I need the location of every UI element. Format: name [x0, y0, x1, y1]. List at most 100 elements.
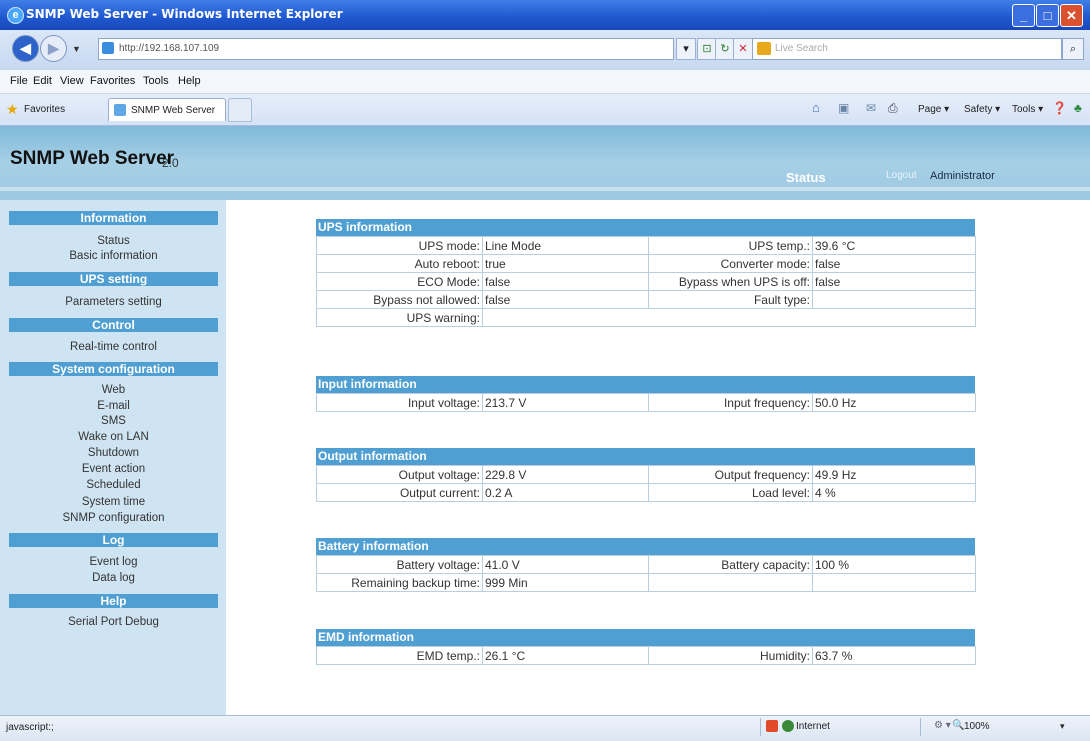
menu-bar: File Edit View Favorites Tools Help	[0, 70, 1090, 94]
bypass-not-allowed-value: false	[482, 290, 649, 309]
load-level-value: 4 %	[812, 483, 976, 502]
help-icon[interactable]: ❓	[1052, 101, 1067, 115]
battery-voltage-label: Battery voltage:	[316, 555, 483, 574]
safety-menu[interactable]: Safety ▾	[964, 104, 1000, 115]
remaining-backup-time-label: Remaining backup time:	[316, 573, 483, 592]
mail-icon[interactable]: ✉	[866, 101, 876, 115]
sidebar-item-sms[interactable]: SMS	[9, 415, 218, 428]
menu-file[interactable]: File	[10, 75, 28, 87]
table-row: Battery voltage: 41.0 V Battery capacity…	[316, 555, 976, 574]
search-placeholder: Live Search	[775, 43, 828, 54]
fault-type-value	[812, 290, 976, 309]
minimize-button[interactable]: _	[1012, 4, 1035, 27]
zoom-icon[interactable]: 🔍	[952, 720, 964, 731]
menu-view[interactable]: View	[60, 75, 84, 87]
home-icon[interactable]: ⌂	[812, 100, 820, 115]
sidebar-item-e-mail[interactable]: E-mail	[9, 400, 218, 413]
address-bar[interactable]: http://192.168.107.109	[98, 38, 674, 60]
output-voltage-label: Output voltage:	[316, 465, 483, 484]
sidebar-item-scheduled[interactable]: Scheduled	[9, 479, 218, 492]
zoom-dropdown-icon[interactable]: ▾	[1060, 721, 1065, 732]
back-button[interactable]: ◀	[12, 35, 39, 62]
menu-tools[interactable]: Tools	[143, 75, 169, 87]
sidebar-item-event-log[interactable]: Event log	[9, 556, 218, 569]
zoom-level[interactable]: 100%	[964, 721, 990, 732]
research-icon[interactable]: ♣	[1074, 101, 1082, 115]
favorites-button[interactable]: Favorites	[24, 104, 65, 115]
security-zone[interactable]: Internet	[796, 721, 830, 732]
close-button[interactable]: ✕	[1060, 4, 1083, 27]
sidebar-item-event-action[interactable]: Event action	[9, 463, 218, 476]
print-icon[interactable]: ⎙	[888, 101, 898, 116]
eco-mode-value: false	[482, 272, 649, 291]
feeds-icon[interactable]: ▣	[838, 101, 849, 115]
input-information-table: Input voltage: 213.7 V Input frequency: …	[316, 393, 976, 412]
battery-information-table: Battery voltage: 41.0 V Battery capacity…	[316, 555, 976, 592]
sidebar-item-real-time-control[interactable]: Real-time control	[9, 341, 218, 354]
window-title-bar: e SNMP Web Server - Windows Internet Exp…	[0, 0, 1090, 30]
fault-type-label: Fault type:	[648, 290, 813, 309]
tab-snmp-web-server[interactable]: SNMP Web Server	[108, 98, 226, 121]
empty-cell	[812, 573, 976, 592]
sidebar-item-web[interactable]: Web	[9, 384, 218, 397]
ups-mode-value: Line Mode	[482, 236, 649, 255]
empty-cell	[648, 573, 813, 592]
forward-button[interactable]: ▶	[40, 35, 67, 62]
emd-information-header: EMD information	[316, 629, 975, 646]
sidebar-item-parameters-setting[interactable]: Parameters setting	[9, 296, 218, 309]
history-dropdown-icon[interactable]: ▼	[72, 44, 81, 54]
protected-mode-icon[interactable]: ⚙ ▾	[934, 720, 951, 731]
table-row: Auto reboot: true Converter mode: false	[316, 254, 976, 273]
search-icon[interactable]: ⌕	[1062, 38, 1084, 60]
eco-mode-label: ECO Mode:	[316, 272, 483, 291]
output-information-header: Output information	[316, 448, 975, 465]
output-frequency-label: Output frequency:	[648, 465, 813, 484]
tools-menu[interactable]: Tools ▾	[1012, 104, 1043, 115]
input-voltage-label: Input voltage:	[316, 393, 483, 412]
window-title: SNMP Web Server - Windows Internet Explo…	[26, 7, 343, 21]
input-information-header: Input information	[316, 376, 975, 393]
ups-temp-label: UPS temp.:	[648, 236, 813, 255]
table-row: Output voltage: 229.8 V Output frequency…	[316, 465, 976, 484]
new-tab-button[interactable]	[228, 98, 252, 122]
sidebar-item-wake-on-lan[interactable]: Wake on LAN	[9, 431, 218, 444]
address-dropdown-icon[interactable]: ▾	[676, 38, 696, 60]
menu-edit[interactable]: Edit	[33, 75, 52, 87]
page-menu[interactable]: Page ▾	[918, 104, 949, 115]
favorites-star-icon[interactable]: ★	[6, 101, 19, 118]
search-input[interactable]: Live Search	[752, 38, 1062, 60]
sidebar-item-serial-port-debug[interactable]: Serial Port Debug	[9, 616, 218, 629]
sidebar-item-basic-information[interactable]: Basic information	[9, 250, 218, 263]
bypass-when-off-label: Bypass when UPS is off:	[648, 272, 813, 291]
sidebar-item-snmp-configuration[interactable]: SNMP configuration	[9, 512, 218, 525]
ups-mode-label: UPS mode:	[316, 236, 483, 255]
refresh-icon[interactable]: ↻	[715, 38, 735, 60]
popup-blocked-icon[interactable]	[766, 720, 778, 732]
table-row: ECO Mode: false Bypass when UPS is off: …	[316, 272, 976, 291]
logout-link[interactable]: Logout	[886, 170, 917, 181]
page-version: 2.0	[162, 156, 179, 170]
sidebar-header-control: Control	[9, 318, 218, 332]
sidebar-item-shutdown[interactable]: Shutdown	[9, 447, 218, 460]
maximize-button[interactable]: □	[1036, 4, 1059, 27]
tab-label: SNMP Web Server	[131, 105, 216, 116]
sidebar-item-data-log[interactable]: Data log	[9, 572, 218, 585]
menu-help[interactable]: Help	[178, 75, 201, 87]
menu-favorites[interactable]: Favorites	[90, 75, 135, 87]
stop-icon[interactable]: ✕	[733, 38, 753, 60]
sidebar-item-system-time[interactable]: System time	[9, 496, 218, 509]
sidebar: Information Status Basic information UPS…	[0, 200, 226, 715]
sidebar-item-status[interactable]: Status	[9, 235, 218, 248]
auto-reboot-value: true	[482, 254, 649, 273]
emd-temp-value: 26.1 °C	[482, 646, 649, 665]
ups-warning-value	[482, 308, 976, 327]
status-bar	[0, 715, 1090, 741]
table-row: EMD temp.: 26.1 °C Humidity: 63.7 %	[316, 646, 976, 665]
battery-capacity-label: Battery capacity:	[648, 555, 813, 574]
table-row: UPS warning:	[316, 308, 976, 327]
humidity-value: 63.7 %	[812, 646, 976, 665]
compatibility-icon[interactable]: ⊡	[697, 38, 717, 60]
output-information-table: Output voltage: 229.8 V Output frequency…	[316, 465, 976, 502]
tab-status[interactable]: Status	[786, 170, 826, 185]
sidebar-header-information: Information	[9, 211, 218, 225]
